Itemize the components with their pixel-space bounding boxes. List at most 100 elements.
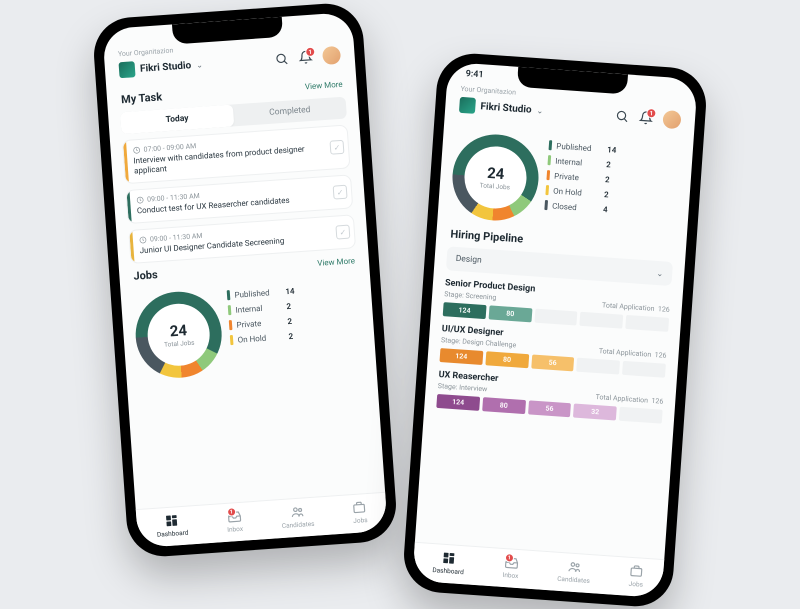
chevron-down-icon: ⌄ [536,106,543,115]
avatar[interactable] [322,46,341,65]
search-icon[interactable] [615,109,630,124]
nav-jobs[interactable]: Jobs [352,500,368,525]
pipeline-stage: Stage: Screening [444,290,497,302]
pipeline-filter-value: Design [455,254,482,266]
inbox-badge: 1 [504,553,514,563]
nav-inbox[interactable]: 1 Inbox [226,509,244,534]
legend-swatch [547,155,550,165]
pipeline-job[interactable]: UX Reasercher Stage: Interview Total App… [436,370,664,424]
legend-swatch [227,290,230,300]
phone-mock-left: Your Organitazion Fikri Studio ⌄ 1 [91,1,398,559]
org-name: Fikri Studio [480,101,532,116]
org-logo-icon [459,97,476,114]
pipeline-job[interactable]: UI/UX Designer Stage: Design Challenge T… [439,324,667,378]
task-checkbox[interactable]: ✓ [329,140,344,155]
donut-label: Total Jobs [479,181,510,191]
legend-value: 2 [287,316,292,325]
nav-jobs-label: Jobs [628,580,643,589]
legend-label: Published [234,287,281,299]
pipeline-segment: 80 [485,351,529,368]
jobs-legend: Published 14 Internal 2 Private 2 On Hol… [227,284,300,375]
notification-badge: 1 [305,47,316,58]
task-item[interactable]: 07:00 - 09:00 AM Interview with candidat… [122,124,351,184]
pipeline-segment-empty [577,358,621,375]
status-time: 9:41 [465,69,484,80]
nav-candidates-label: Candidates [557,575,590,585]
legend-label: Closed [552,201,599,213]
donut-label: Total Jobs [164,339,195,349]
legend-row: Closed 4 [544,200,612,215]
nav-inbox[interactable]: 1 Inbox [502,555,520,580]
my-task-view-more[interactable]: View More [305,80,343,92]
pipeline-stage: Stage: Interview [438,382,488,393]
nav-dashboard[interactable]: Dashboard [432,550,465,576]
pipeline-segment: 124 [443,302,487,319]
nav-dashboard-label: Dashboard [157,529,189,539]
nav-dashboard[interactable]: Dashboard [156,513,189,539]
task-checkbox[interactable]: ✓ [333,185,348,200]
pipeline-segment: 32 [573,404,617,421]
legend-label: On Hold [237,332,284,344]
notification-badge: 1 [646,108,657,119]
jobs-donut-chart: 24 Total Jobs [450,132,542,224]
org-name: Fikri Studio [140,60,192,75]
org-switcher[interactable]: Fikri Studio ⌄ [459,97,544,119]
nav-dashboard-label: Dashboard [432,566,464,576]
legend-label: Published [556,141,603,153]
clock-icon [136,196,145,205]
legend-value: 2 [605,175,610,184]
screen-left: Your Organitazion Fikri Studio ⌄ 1 [102,12,388,548]
avatar[interactable] [662,110,681,129]
donut-total: 24 [169,321,187,340]
pipeline-job[interactable]: Senior Product Design Stage: Screening T… [443,278,671,332]
clock-icon [139,236,148,245]
legend-value: 2 [286,301,291,310]
pipeline-segment: 80 [488,305,532,322]
nav-candidates[interactable]: Candidates [557,559,591,585]
jobs-title: Jobs [133,268,158,283]
nav-jobs-label: Jobs [353,516,368,525]
nav-jobs[interactable]: Jobs [628,564,644,589]
tab-completed[interactable]: Completed [233,97,347,127]
legend-swatch [229,320,232,330]
legend-swatch [545,185,548,195]
pipeline-segment: 124 [436,394,480,411]
legend-label: Private [236,317,283,329]
legend-row: Internal 2 [547,155,615,170]
donut-total: 24 [487,164,505,183]
legend-label: Internal [235,302,282,314]
bottom-nav: Dashboard 1 Inbox Candidates Jobs [412,542,664,598]
legend-row: Private 2 [546,170,614,185]
jobs-legend: Published 14 Internal 2 Private 2 On Hol… [543,138,616,229]
tab-today[interactable]: Today [120,104,234,134]
bell-icon[interactable]: 1 [639,110,654,125]
jobs-view-more[interactable]: View More [317,256,355,268]
legend-label: Private [554,171,601,183]
legend-row: Published 14 [549,140,617,155]
pipeline-segment-empty [622,361,666,378]
chevron-down-icon: ⌄ [656,268,663,277]
pipeline-segment-empty [580,312,624,329]
pipeline-segment-empty [625,315,669,332]
nav-candidates[interactable]: Candidates [280,504,314,530]
pipeline-segment-empty [619,407,663,424]
nav-candidates-label: Candidates [282,520,315,530]
pipeline-segment: 124 [439,348,483,365]
task-checkbox[interactable]: ✓ [335,225,350,240]
org-switcher[interactable]: Fikri Studio ⌄ [119,56,204,78]
legend-value: 2 [288,331,293,340]
legend-row: On Hold 2 [230,330,298,345]
legend-row: Published 14 [227,286,295,301]
legend-row: Private 2 [229,316,297,331]
clock-icon [132,146,141,155]
inbox-badge: 1 [227,507,237,517]
legend-swatch [544,200,547,210]
bell-icon[interactable]: 1 [298,50,313,65]
pipeline-segment: 56 [528,400,572,417]
legend-row: On Hold 2 [545,185,613,200]
legend-value: 14 [285,286,295,296]
pipeline-segment-empty [534,309,578,326]
nav-inbox-label: Inbox [227,525,243,534]
legend-row: Internal 2 [228,301,296,316]
search-icon[interactable] [274,51,289,66]
